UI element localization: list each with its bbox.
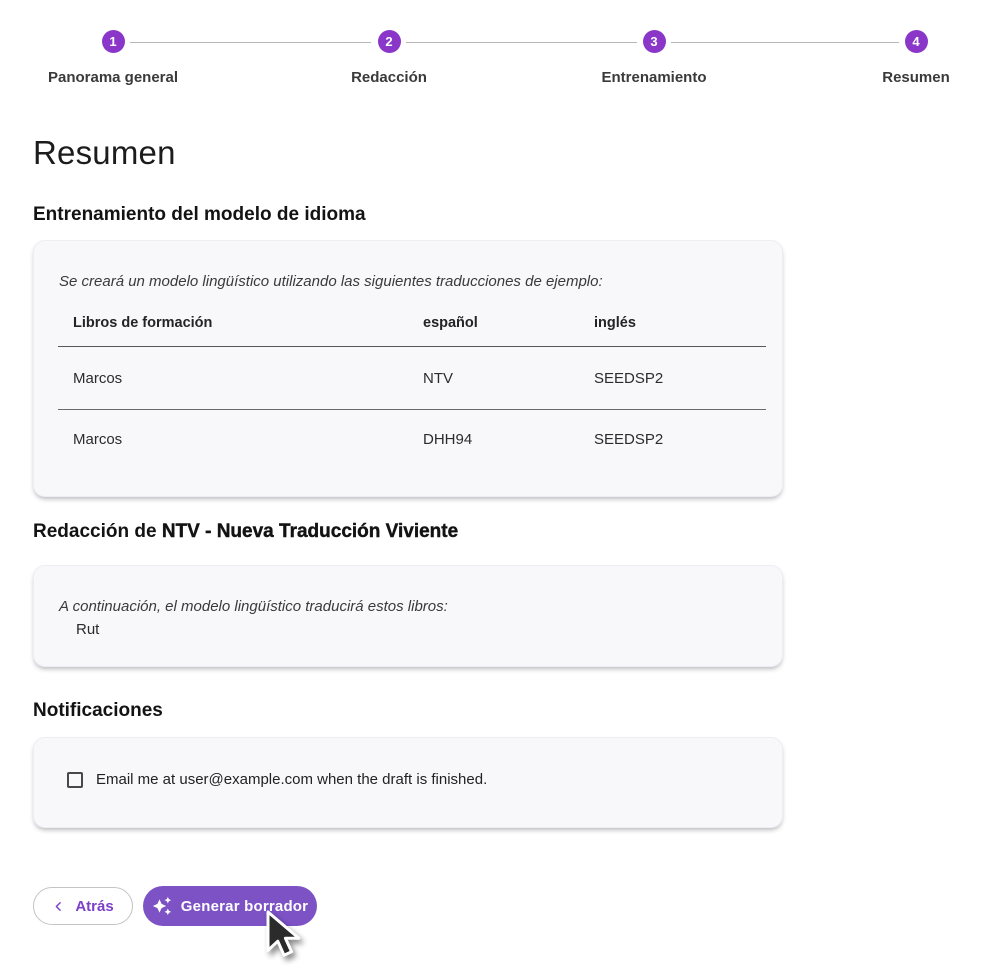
cell-target: SEEDSP2: [579, 347, 766, 410]
training-section-heading: Entrenamiento del modelo de idioma: [33, 204, 366, 226]
step-redaccion[interactable]: 2 Redacción: [299, 30, 479, 86]
table-header-row: Libros de formación español inglés: [58, 305, 766, 347]
email-notification-row: Email me at user@example.com when the dr…: [67, 771, 487, 788]
drafting-section-heading: Redacción de NTV - Nueva Traducción Vivi…: [33, 521, 458, 543]
column-header-books: Libros de formación: [58, 305, 408, 347]
step-entrenamiento[interactable]: 3 Entrenamiento: [564, 30, 744, 86]
step-panorama-general[interactable]: 1 Panorama general: [23, 30, 203, 86]
step-3-badge: 3: [643, 30, 666, 53]
cell-book: Marcos: [58, 347, 408, 410]
step-2-badge: 2: [378, 30, 401, 53]
drafting-intro-text: A continuación, el modelo lingüístico tr…: [59, 598, 448, 615]
cell-source: DHH94: [408, 410, 579, 470]
training-intro-text: Se creará un modelo lingüístico utilizan…: [59, 273, 603, 290]
drafting-heading-prefix: Redacción de: [33, 521, 162, 542]
back-button-label: Atrás: [75, 898, 113, 915]
generate-draft-button[interactable]: Generar borrador: [143, 886, 317, 926]
email-notification-label: Email me at user@example.com when the dr…: [96, 771, 487, 788]
back-button[interactable]: Atrás: [33, 887, 133, 925]
step-1-badge: 1: [102, 30, 125, 53]
cell-source: NTV: [408, 347, 579, 410]
sparkle-icon: [152, 896, 172, 916]
step-3-label: Entrenamiento: [564, 69, 744, 86]
step-4-badge: 4: [905, 30, 928, 53]
step-2-label: Redacción: [299, 69, 479, 86]
page-title: Resumen: [33, 134, 176, 172]
drafting-heading-translation-name: NTV - Nueva Traducción Viviente: [162, 521, 458, 542]
wizard-stepper: 1 Panorama general 2 Redacción 3 Entrena…: [0, 0, 1000, 100]
chevron-left-icon: [52, 900, 65, 913]
step-resumen[interactable]: 4 Resumen: [826, 30, 1000, 86]
training-summary-card: Se creará un modelo lingüístico utilizan…: [33, 240, 783, 497]
drafting-book-item: Rut: [76, 621, 99, 638]
training-books-table: Libros de formación español inglés Marco…: [58, 305, 766, 470]
drafting-summary-card: A continuación, el modelo lingüístico tr…: [33, 565, 783, 667]
email-notification-checkbox[interactable]: [67, 772, 83, 788]
generate-draft-button-label: Generar borrador: [181, 898, 308, 915]
table-row: Marcos DHH94 SEEDSP2: [58, 410, 766, 470]
notifications-section-heading: Notificaciones: [33, 700, 163, 722]
cell-target: SEEDSP2: [579, 410, 766, 470]
cell-book: Marcos: [58, 410, 408, 470]
step-4-label: Resumen: [826, 69, 1000, 86]
table-row: Marcos NTV SEEDSP2: [58, 347, 766, 410]
notifications-card: Email me at user@example.com when the dr…: [33, 737, 783, 828]
step-1-label: Panorama general: [23, 69, 203, 86]
column-header-source-lang: español: [408, 305, 579, 347]
column-header-target-lang: inglés: [579, 305, 766, 347]
